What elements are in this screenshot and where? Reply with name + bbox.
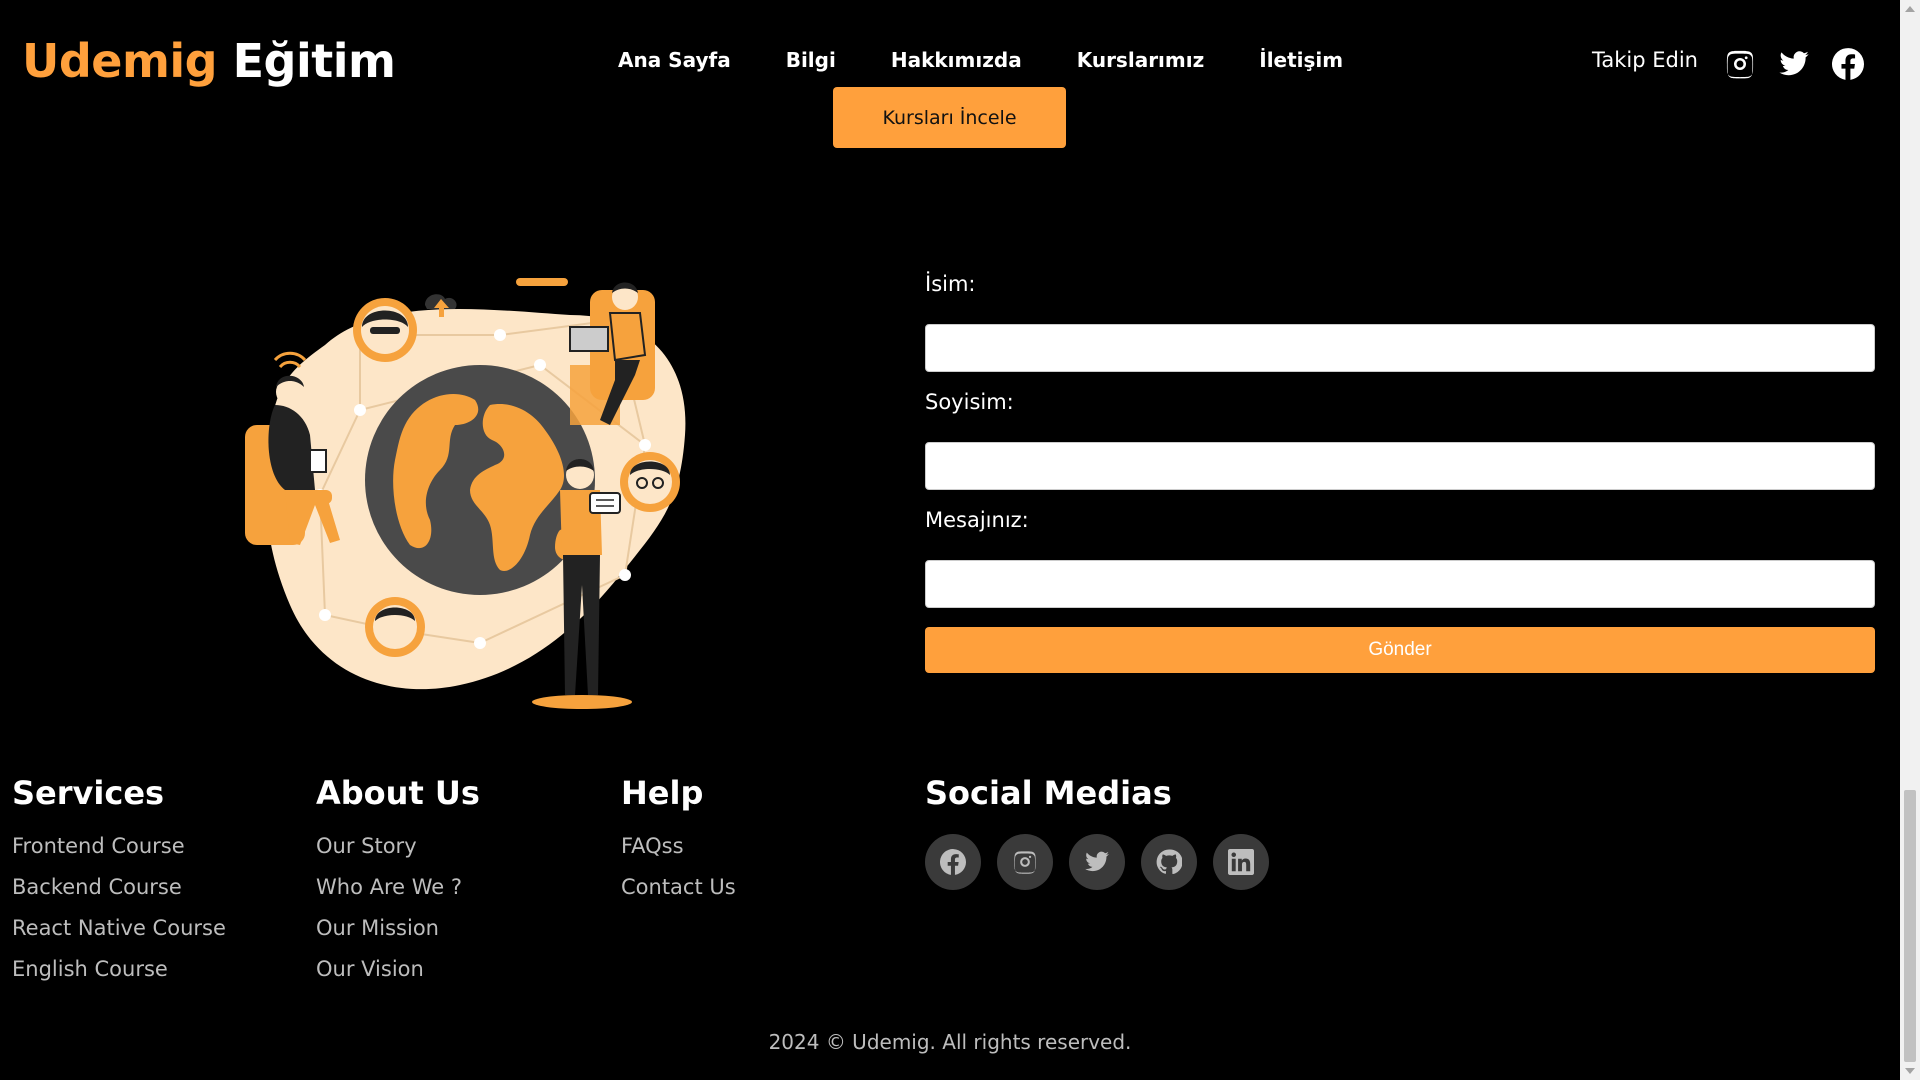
footer-link-english[interactable]: English Course — [12, 957, 226, 981]
site-logo[interactable]: Udemig Eğitim — [22, 34, 396, 88]
twitter-icon[interactable] — [1069, 834, 1125, 890]
facebook-icon[interactable] — [1832, 48, 1865, 80]
footer-services: Services Frontend Course Backend Course … — [12, 774, 226, 998]
logo-rest: Eğitim — [232, 34, 396, 88]
global-network-illustration — [245, 278, 686, 709]
copyright: 2024 © Udemig. All rights reserved. — [768, 1030, 1132, 1054]
message-label: Mesajınız: — [925, 508, 1029, 532]
hero-illustration — [230, 275, 710, 725]
twitter-icon[interactable] — [1778, 48, 1810, 80]
footer-social-icons — [925, 834, 1269, 890]
footer-link-frontend[interactable]: Frontend Course — [12, 834, 226, 858]
footer-link-our-story[interactable]: Our Story — [316, 834, 480, 858]
instagram-icon[interactable] — [1724, 48, 1756, 80]
surname-input[interactable] — [925, 442, 1875, 490]
footer-social: Social Medias — [925, 774, 1269, 890]
instagram-icon[interactable] — [997, 834, 1053, 890]
name-input[interactable] — [925, 324, 1875, 372]
nav-home[interactable]: Ana Sayfa — [618, 48, 731, 72]
main-nav: Ana Sayfa Bilgi Hakkımızda Kurslarımız İ… — [618, 48, 1398, 72]
page-scrollbar[interactable] — [1900, 0, 1920, 1080]
nav-info[interactable]: Bilgi — [786, 48, 836, 72]
footer-link-our-vision[interactable]: Our Vision — [316, 957, 480, 981]
github-icon[interactable] — [1141, 834, 1197, 890]
message-input[interactable] — [925, 560, 1875, 608]
nav-contact[interactable]: İletişim — [1259, 48, 1343, 72]
name-label: İsim: — [925, 272, 976, 296]
footer-link-backend[interactable]: Backend Course — [12, 875, 226, 899]
header-social-icons — [1724, 48, 1865, 80]
scroll-up-icon[interactable] — [1905, 6, 1915, 12]
footer-help-title: Help — [621, 774, 704, 812]
footer-help: Help FAQss Contact Us — [621, 774, 736, 916]
footer-link-our-mission[interactable]: Our Mission — [316, 916, 480, 940]
linkedin-icon[interactable] — [1213, 834, 1269, 890]
follow-label: Takip Edin — [1592, 48, 1698, 72]
submit-button[interactable]: Gönder — [925, 627, 1875, 673]
footer-link-faqs[interactable]: FAQss — [621, 834, 736, 858]
browse-courses-button[interactable]: Kursları İncele — [833, 87, 1066, 148]
facebook-icon[interactable] — [925, 834, 981, 890]
footer-link-contact-us[interactable]: Contact Us — [621, 875, 736, 899]
footer-about: About Us Our Story Who Are We ? Our Miss… — [316, 774, 480, 998]
nav-courses[interactable]: Kurslarımız — [1077, 48, 1205, 72]
footer-about-title: About Us — [316, 774, 480, 812]
nav-about[interactable]: Hakkımızda — [891, 48, 1022, 72]
logo-brand: Udemig — [22, 34, 218, 88]
scrollbar-thumb[interactable] — [1904, 790, 1916, 1062]
footer-link-who-are-we[interactable]: Who Are We ? — [316, 875, 480, 899]
footer-link-react-native[interactable]: React Native Course — [12, 916, 226, 940]
footer-services-title: Services — [12, 774, 165, 812]
scroll-down-icon[interactable] — [1905, 1068, 1915, 1074]
surname-label: Soyisim: — [925, 390, 1014, 414]
footer-social-title: Social Medias — [925, 774, 1172, 812]
